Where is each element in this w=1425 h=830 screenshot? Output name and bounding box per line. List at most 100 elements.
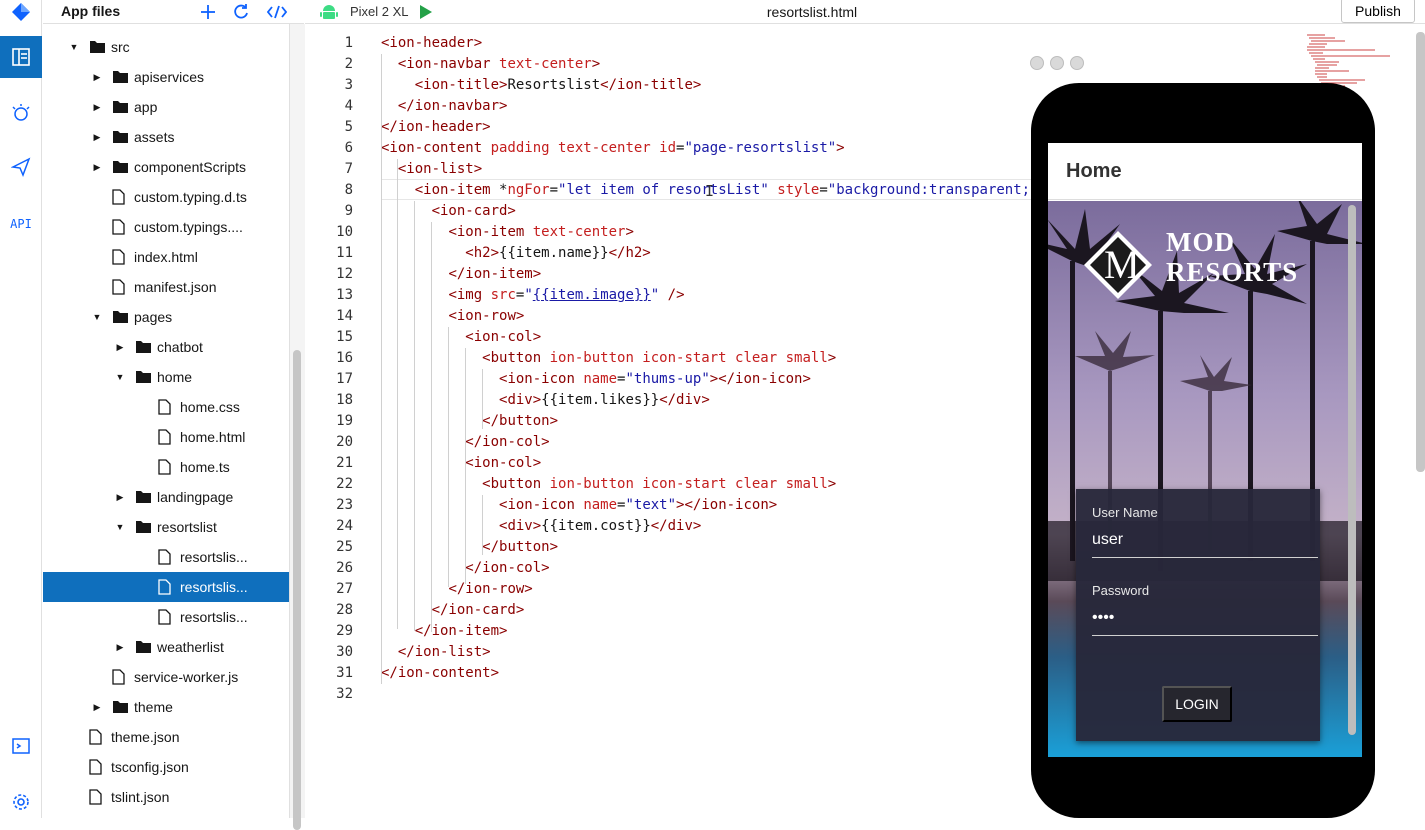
code-line[interactable]: </ion-list>	[381, 642, 491, 663]
code-line[interactable]: <ion-navbar text-center>	[381, 54, 600, 75]
code-line[interactable]: </button>	[381, 537, 558, 558]
tree-folder[interactable]: ▶ weatherlist	[43, 632, 289, 662]
code-line[interactable]: </ion-card>	[381, 600, 525, 621]
settings-gear-icon[interactable]	[0, 781, 42, 823]
tree-file[interactable]: service-worker.js	[43, 662, 289, 692]
open-file-title: resortslist.html	[766, 4, 858, 20]
code-line[interactable]: </ion-item>	[381, 264, 541, 285]
chevron-right-icon[interactable]: ▶	[91, 71, 103, 83]
preview-control-dot[interactable]	[1070, 56, 1084, 70]
code-line[interactable]: <button ion-button icon-start clear smal…	[381, 348, 836, 369]
code-token: />	[667, 287, 685, 303]
code-line[interactable]: <h2>{{item.name}}</h2>	[381, 243, 650, 264]
chevron-right-icon[interactable]: ▶	[91, 131, 103, 143]
code-line[interactable]: </ion-item>	[381, 621, 508, 642]
tree-file[interactable]: home.css	[43, 392, 289, 422]
preview-control-dot[interactable]	[1050, 56, 1064, 70]
chevron-right-icon[interactable]: ▶	[114, 491, 126, 503]
tree-file[interactable]: theme.json	[43, 722, 289, 752]
tree-folder[interactable]: ▶ componentScripts	[43, 152, 289, 182]
code-line[interactable]: <ion-header>	[381, 33, 482, 54]
chevron-down-icon[interactable]: ▼	[91, 311, 103, 323]
line-number: 12	[336, 266, 353, 282]
tree-folder[interactable]: ▼ resortslist	[43, 512, 289, 542]
tree-folder[interactable]: ▼ src	[43, 32, 289, 62]
tree-file[interactable]: home.ts	[43, 452, 289, 482]
tree-item-label: index.html	[134, 249, 198, 265]
chevron-down-icon[interactable]: ▼	[114, 371, 126, 383]
code-line[interactable]: <ion-col>	[381, 327, 541, 348]
code-line[interactable]: <ion-row>	[381, 306, 524, 327]
code-line[interactable]: <button ion-button icon-start clear smal…	[381, 474, 836, 495]
line-number: 6	[344, 140, 353, 156]
code-line[interactable]: </ion-row>	[381, 579, 532, 600]
code-line[interactable]: </ion-content>	[381, 663, 499, 684]
tree-folder[interactable]: ▶ landingpage	[43, 482, 289, 512]
code-token: <ion-icon	[499, 371, 584, 387]
tree-file[interactable]: resortslis...	[43, 572, 289, 602]
code-token: </div>	[659, 392, 710, 408]
tree-folder[interactable]: ▶ assets	[43, 122, 289, 152]
code-line[interactable]: <img src="{{item.image}}" />	[381, 285, 685, 306]
chevron-right-icon[interactable]: ▶	[114, 641, 126, 653]
code-line[interactable]: <ion-icon name="text"></ion-icon>	[381, 495, 777, 516]
code-line[interactable]: <ion-content padding text-center id="pag…	[381, 138, 845, 159]
code-token: <ion-item	[414, 182, 500, 198]
code-token: {{item.name}}	[499, 245, 609, 261]
tree-file[interactable]: custom.typing.d.ts	[43, 182, 289, 212]
add-file-icon[interactable]	[196, 1, 220, 23]
preview-control-dot[interactable]	[1030, 56, 1044, 70]
tree-file[interactable]: tsconfig.json	[43, 752, 289, 782]
code-line[interactable]: <ion-icon name="thums-up"></ion-icon>	[381, 369, 811, 390]
code-line[interactable]: </button>	[381, 411, 558, 432]
tree-file[interactable]: custom.typings....	[43, 212, 289, 242]
folder-icon	[135, 339, 152, 356]
publish-button[interactable]: Publish	[1341, 0, 1415, 23]
password-field[interactable]: ••••	[1092, 609, 1318, 636]
chevron-down-icon[interactable]: ▼	[114, 521, 126, 533]
tree-file[interactable]: manifest.json	[43, 272, 289, 302]
tree-file[interactable]: home.html	[43, 422, 289, 452]
username-field[interactable]: user	[1092, 531, 1318, 558]
file-icon	[89, 788, 106, 806]
login-button[interactable]: LOGIN	[1162, 686, 1232, 722]
tree-folder[interactable]: ▼ home	[43, 362, 289, 392]
api-icon[interactable]: API	[0, 203, 42, 245]
tree-file[interactable]: index.html	[43, 242, 289, 272]
console-icon[interactable]	[0, 725, 42, 767]
tree-folder[interactable]: ▶ theme	[43, 692, 289, 722]
code-line[interactable]: <ion-item text-center>	[381, 222, 633, 243]
tree-folder[interactable]: ▶ app	[43, 92, 289, 122]
code-line[interactable]: <div>{{item.cost}}</div>	[381, 516, 701, 537]
folder-icon	[112, 309, 129, 326]
chevron-right-icon[interactable]: ▶	[91, 161, 103, 173]
code-line[interactable]: </ion-navbar>	[381, 96, 508, 117]
tree-file[interactable]: resortslis...	[43, 602, 289, 632]
code-view-icon[interactable]	[265, 1, 289, 23]
tree-folder[interactable]: ▼ pages	[43, 302, 289, 332]
tree-file[interactable]: tslint.json	[43, 782, 289, 812]
code-line[interactable]: <ion-title>Resortslist</ion-title>	[381, 75, 702, 96]
watson-icon[interactable]	[0, 92, 42, 134]
chevron-right-icon[interactable]: ▶	[114, 341, 126, 353]
tree-file[interactable]: resortslis...	[43, 542, 289, 572]
tree-folder[interactable]: ▶ chatbot	[43, 332, 289, 362]
chevron-right-icon[interactable]: ▶	[91, 101, 103, 113]
editor-scrollbar[interactable]	[1416, 32, 1425, 472]
code-line[interactable]: </ion-header>	[381, 117, 491, 138]
refresh-icon[interactable]	[229, 1, 253, 23]
app-page-title: Home	[1066, 160, 1122, 182]
app-scrollbar[interactable]	[1348, 205, 1356, 735]
tree-folder[interactable]: ▶ apiservices	[43, 62, 289, 92]
chevron-right-icon[interactable]: ▶	[91, 701, 103, 713]
file-panel-scrollbar[interactable]	[289, 24, 305, 830]
code-line[interactable]: <ion-col>	[381, 453, 541, 474]
tree-item-label: apiservices	[134, 69, 205, 85]
tree-item-label: assets	[134, 129, 175, 145]
file-panel-scroll-thumb[interactable]	[293, 350, 301, 830]
code-line[interactable]: <ion-card>	[381, 201, 516, 222]
deploy-icon[interactable]	[0, 146, 42, 188]
chevron-down-icon[interactable]: ▼	[68, 41, 80, 53]
tree-item-label: landingpage	[157, 489, 234, 505]
app-files-icon[interactable]	[0, 36, 42, 78]
